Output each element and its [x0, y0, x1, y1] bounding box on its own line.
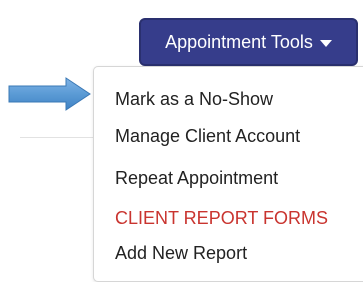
appointment-tools-button[interactable]: Appointment Tools	[139, 18, 358, 66]
arrow-right-icon	[8, 77, 91, 111]
menu-item-client-report-forms[interactable]: CLIENT REPORT FORMS	[115, 207, 328, 229]
screen: Appointment Tools Mark as a No-Show Mana…	[0, 0, 363, 282]
appointment-tools-menu: Mark as a No-Show Manage Client Account …	[93, 66, 363, 282]
menu-item-mark-no-show[interactable]: Mark as a No-Show	[115, 88, 273, 110]
menu-item-add-new-report[interactable]: Add New Report	[115, 242, 247, 264]
appointment-tools-label: Appointment Tools	[165, 31, 313, 52]
menu-item-manage-client-account[interactable]: Manage Client Account	[115, 125, 300, 147]
caret-down-icon	[319, 39, 332, 47]
menu-item-repeat-appointment[interactable]: Repeat Appointment	[115, 167, 278, 189]
background-divider	[20, 137, 94, 138]
